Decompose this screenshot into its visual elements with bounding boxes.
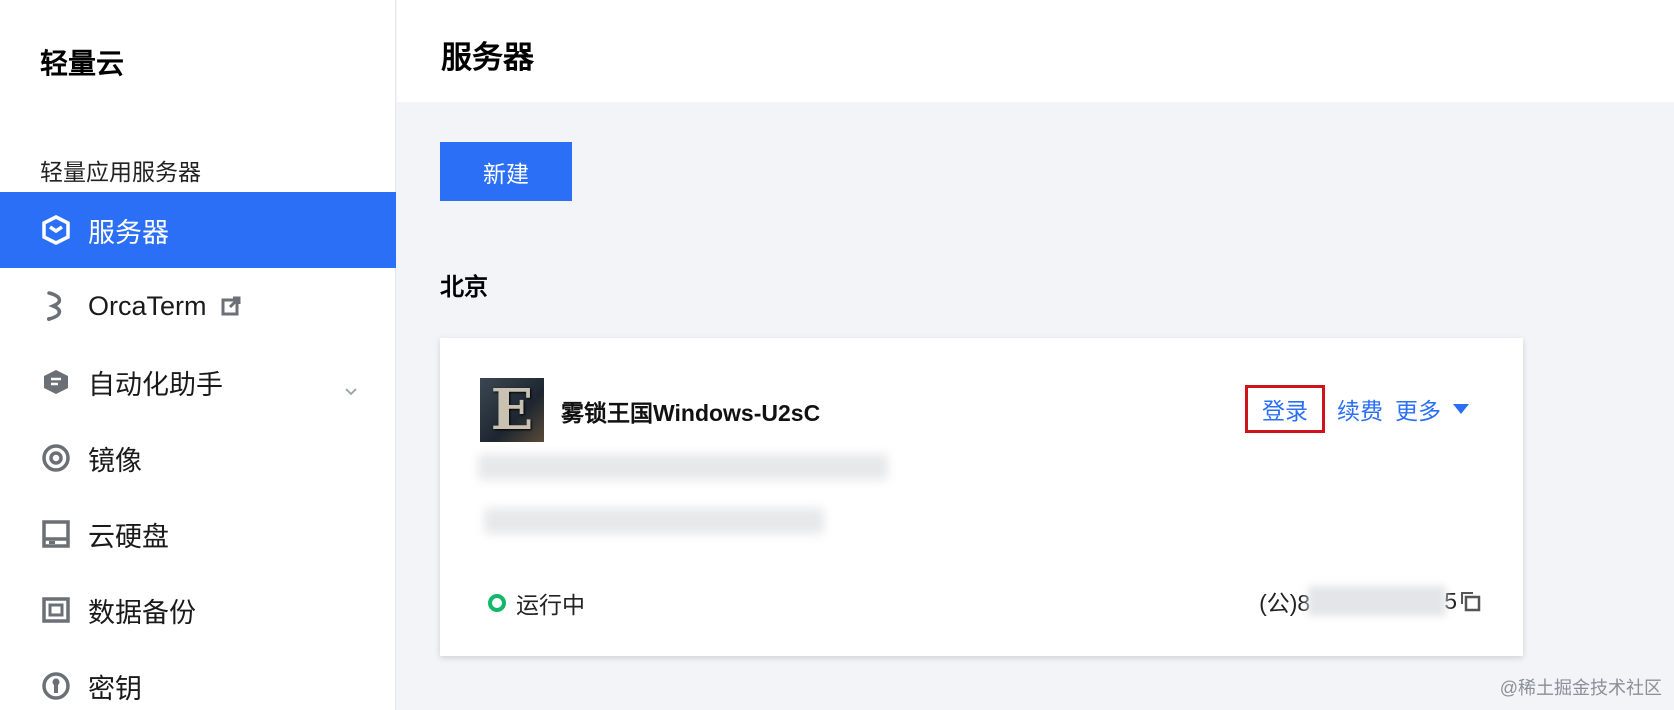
redacted-info-line: [478, 454, 888, 480]
sidebar-item-automation[interactable]: 自动化助手: [0, 344, 396, 420]
orcaterm-icon: [40, 290, 72, 322]
instance-name[interactable]: 雾锁王国Windows-U2sC: [561, 394, 820, 428]
sidebar-item-label: 密钥: [88, 673, 142, 704]
sidebar-item-image[interactable]: 镜像: [0, 420, 396, 496]
nav-group-label: 轻量应用服务器: [40, 159, 201, 185]
watermark: @稀土掘金技术社区: [1499, 678, 1662, 698]
sidebar-item-label: 数据备份: [88, 597, 196, 628]
caret-down-icon: [1453, 404, 1469, 414]
login-button[interactable]: 登录: [1245, 385, 1325, 433]
sidebar-item-backup[interactable]: 数据备份: [0, 572, 396, 648]
thumbnail-letter: E: [490, 377, 534, 443]
copy-icon[interactable]: [1459, 590, 1481, 612]
chevron-down-icon[interactable]: [344, 374, 358, 396]
renew-button[interactable]: 续费: [1337, 392, 1383, 426]
sidebar-item-cloud-disk[interactable]: 云硬盘: [0, 496, 396, 572]
public-ip: (公)8 5: [1259, 584, 1481, 618]
instance-actions: 登录 续费 更多: [1245, 385, 1469, 433]
sidebar-item-label: 服务器: [88, 217, 169, 248]
more-label: 更多: [1395, 398, 1441, 424]
sidebar-item-key[interactable]: 密钥: [0, 648, 396, 710]
redacted-ip: [1308, 586, 1447, 616]
region-label: 北京: [440, 274, 488, 301]
status-running-icon: [488, 594, 506, 612]
status-text: 运行中: [516, 592, 585, 618]
status-indicator: 运行中: [488, 586, 585, 620]
redacted-info-line: [484, 508, 824, 534]
sidebar-item-label: 自动化助手: [88, 369, 223, 400]
page-title: 服务器: [441, 40, 534, 75]
sidebar-item-label: 镜像: [88, 445, 142, 476]
key-icon: [40, 670, 72, 702]
sidebar-item-label: 云硬盘: [88, 521, 169, 552]
brand-title: 轻量云: [40, 48, 125, 79]
page-header: 服务器: [397, 0, 1674, 102]
sidebar-nav: 服务器 OrcaTerm 自动化助手 镜像 云硬盘 数据备份 密钥: [0, 192, 396, 710]
new-instance-button[interactable]: 新建: [440, 142, 572, 201]
automation-icon: [40, 366, 72, 398]
image-disc-icon: [40, 442, 72, 474]
instance-card[interactable]: E 雾锁王国Windows-U2sC 登录 续费 更多 运行中 (公)8 5: [440, 338, 1523, 656]
sidebar-item-orcaterm[interactable]: OrcaTerm: [0, 268, 396, 344]
instance-thumbnail: E: [480, 377, 544, 443]
sidebar-item-server[interactable]: 服务器: [0, 192, 396, 268]
external-link-icon: [221, 296, 241, 316]
server-cube-icon: [40, 214, 72, 246]
backup-icon: [40, 594, 72, 626]
sidebar-item-label: OrcaTerm: [88, 290, 207, 321]
ip-prefix: (公)8: [1259, 590, 1311, 616]
more-dropdown[interactable]: 更多: [1395, 392, 1469, 426]
cloud-disk-icon: [40, 518, 72, 550]
sidebar: 轻量云 轻量应用服务器 服务器 OrcaTerm 自动化助手 镜像 云硬盘 数据…: [0, 0, 396, 710]
